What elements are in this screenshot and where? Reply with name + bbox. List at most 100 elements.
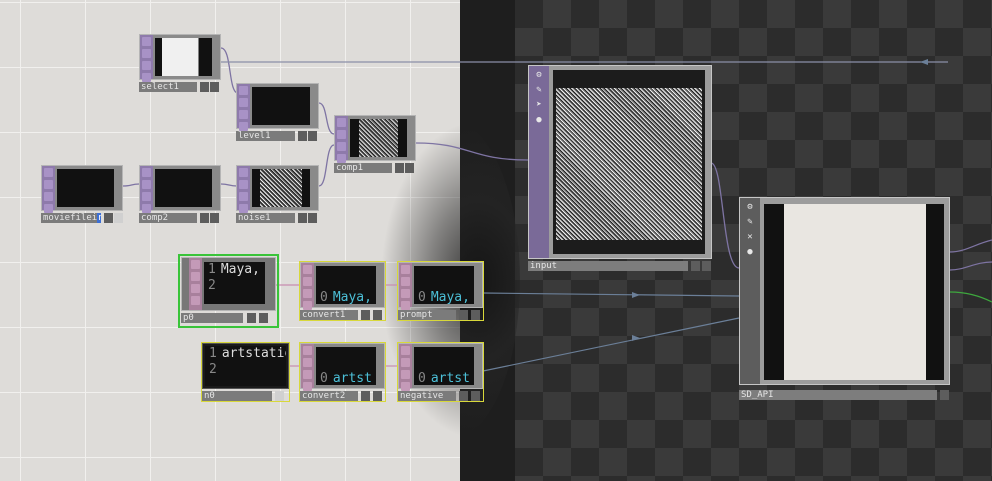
comp2-node[interactable]: comp2 [139, 165, 221, 223]
viewer-toggle-icon[interactable] [395, 163, 404, 173]
operator-flags[interactable] [237, 84, 250, 131]
level1-viewer [252, 87, 310, 125]
wire-sdapi-out3 [949, 291, 992, 303]
wire-moviefilein1-comp2 [122, 183, 140, 187]
negative-text-viewer: 0 artst [414, 347, 474, 385]
sd-api-label[interactable]: SD_API [739, 390, 937, 400]
lock-icon[interactable] [308, 131, 317, 141]
prompt-text-viewer: 0 Maya, [414, 266, 474, 304]
n0-label[interactable]: n0 [202, 391, 272, 401]
convert2-node[interactable]: 0 artst convert2 [299, 342, 386, 402]
pencil-icon[interactable]: ✎ [532, 84, 546, 96]
lock-icon[interactable]: ● [743, 246, 757, 258]
input-label[interactable]: input [528, 261, 688, 271]
comp1-node[interactable]: comp1 [334, 115, 416, 173]
wire-arrow-icon [632, 335, 640, 341]
pencil-icon[interactable]: ✎ [743, 216, 757, 228]
operator-flags[interactable] [42, 166, 55, 213]
viewer-toggle-icon[interactable] [361, 391, 370, 401]
viewer-toggle-icon[interactable] [104, 213, 113, 223]
add-icon[interactable] [471, 310, 480, 320]
viewer-toggle-icon[interactable] [200, 213, 209, 223]
lock-icon[interactable]: ● [532, 114, 546, 126]
noise1-label[interactable]: noise1 [236, 213, 295, 223]
wire-input-sdapi [710, 162, 740, 269]
prompt-label[interactable]: prompt [398, 310, 456, 320]
convert1-label[interactable]: convert1 [300, 310, 358, 320]
prompt-node[interactable]: 0 Maya, prompt [397, 261, 484, 321]
comp1-label[interactable]: comp1 [334, 163, 392, 173]
operator-side-panel[interactable]: ⚙ ✎ ✕ ● [740, 198, 760, 384]
select1-label[interactable]: select1 [139, 82, 197, 92]
wire-sdapi-out2 [949, 261, 992, 271]
select1-node[interactable]: select1 [139, 34, 221, 92]
viewer-toggle-icon[interactable] [298, 131, 307, 141]
convert1-text-viewer: 0 Maya, [316, 266, 376, 304]
comp2-label[interactable]: comp2 [139, 213, 197, 223]
viewer-toggle-icon[interactable] [361, 310, 370, 320]
lock-icon[interactable] [405, 163, 414, 173]
add-icon[interactable] [702, 261, 711, 271]
lock-icon[interactable] [259, 313, 268, 323]
n0-node[interactable]: 1 artstatio 2 n0 [201, 342, 290, 402]
lock-icon[interactable] [373, 391, 382, 401]
add-icon[interactable] [471, 391, 480, 401]
noise-image [556, 88, 702, 240]
gear-icon[interactable]: ⚙ [532, 69, 546, 81]
convert2-text-viewer: 0 artst [316, 347, 376, 385]
viewer-toggle-icon[interactable] [459, 391, 468, 401]
p0-text-viewer: 1 Maya, 2 [204, 262, 265, 304]
operator-flags[interactable] [189, 258, 202, 310]
viewer-toggle-icon[interactable] [247, 313, 256, 323]
noise1-viewer [252, 169, 310, 207]
wire-noise1-comp1 [318, 144, 335, 187]
moviefilein1-node[interactable]: moviefilein [41, 165, 123, 223]
wire-arrow-icon [920, 59, 928, 65]
viewer-toggle-icon[interactable] [459, 310, 468, 320]
negative-node[interactable]: 0 artst negative [397, 342, 484, 402]
level1-node[interactable]: level1 [236, 83, 319, 141]
moviefilein1-viewer [57, 169, 114, 207]
p0-node[interactable]: 1 Maya, 2 p0 [178, 254, 279, 328]
clear-icon[interactable]: ✕ [743, 231, 757, 243]
operator-flags[interactable] [301, 344, 314, 391]
wire-comp2-noise1 [220, 183, 238, 187]
negative-label[interactable]: negative [398, 391, 456, 401]
input-node[interactable]: ⚙ ✎ ➤ ● input [528, 65, 712, 273]
p0-label[interactable]: p0 [181, 313, 243, 323]
sd-api-viewer [764, 204, 944, 380]
noise1-node[interactable]: noise1 [236, 165, 319, 223]
moviefilein1-label[interactable]: moviefilein [41, 213, 101, 223]
cursor-icon[interactable]: ➤ [532, 99, 546, 111]
lock-icon[interactable] [373, 310, 382, 320]
operator-flags[interactable] [335, 116, 348, 163]
select1-viewer [155, 38, 212, 76]
wire-arrow-icon [632, 292, 640, 298]
operator-flags[interactable] [399, 344, 412, 391]
operator-flags[interactable] [301, 263, 314, 310]
sd-api-node[interactable]: ⚙ ✎ ✕ ● SD_API [739, 197, 950, 402]
level1-label[interactable]: level1 [236, 131, 295, 141]
lock-icon[interactable] [210, 82, 219, 92]
convert2-label[interactable]: convert2 [300, 391, 358, 401]
wire-comp1-input [415, 142, 529, 161]
n0-text-viewer: 1 artstatio 2 [205, 346, 286, 386]
viewer-toggle-icon[interactable] [298, 213, 307, 223]
lock-icon[interactable] [210, 213, 219, 223]
operator-flags[interactable] [237, 166, 250, 213]
operator-flags[interactable] [140, 35, 153, 82]
operator-flags[interactable] [399, 263, 412, 310]
wire-sdapi-out1 [949, 239, 992, 253]
lock-icon[interactable] [308, 213, 317, 223]
add-icon[interactable] [275, 391, 284, 401]
convert1-node[interactable]: 0 Maya, convert1 [299, 261, 386, 321]
operator-flags[interactable] [140, 166, 153, 213]
add-icon[interactable] [114, 213, 123, 223]
operator-side-panel[interactable]: ⚙ ✎ ➤ ● [529, 66, 549, 258]
add-icon[interactable] [940, 390, 949, 400]
wire-level1-comp1 [318, 102, 335, 135]
comp1-viewer [350, 119, 407, 157]
viewer-toggle-icon[interactable] [200, 82, 209, 92]
viewer-toggle-icon[interactable] [691, 261, 700, 271]
gear-icon[interactable]: ⚙ [743, 201, 757, 213]
